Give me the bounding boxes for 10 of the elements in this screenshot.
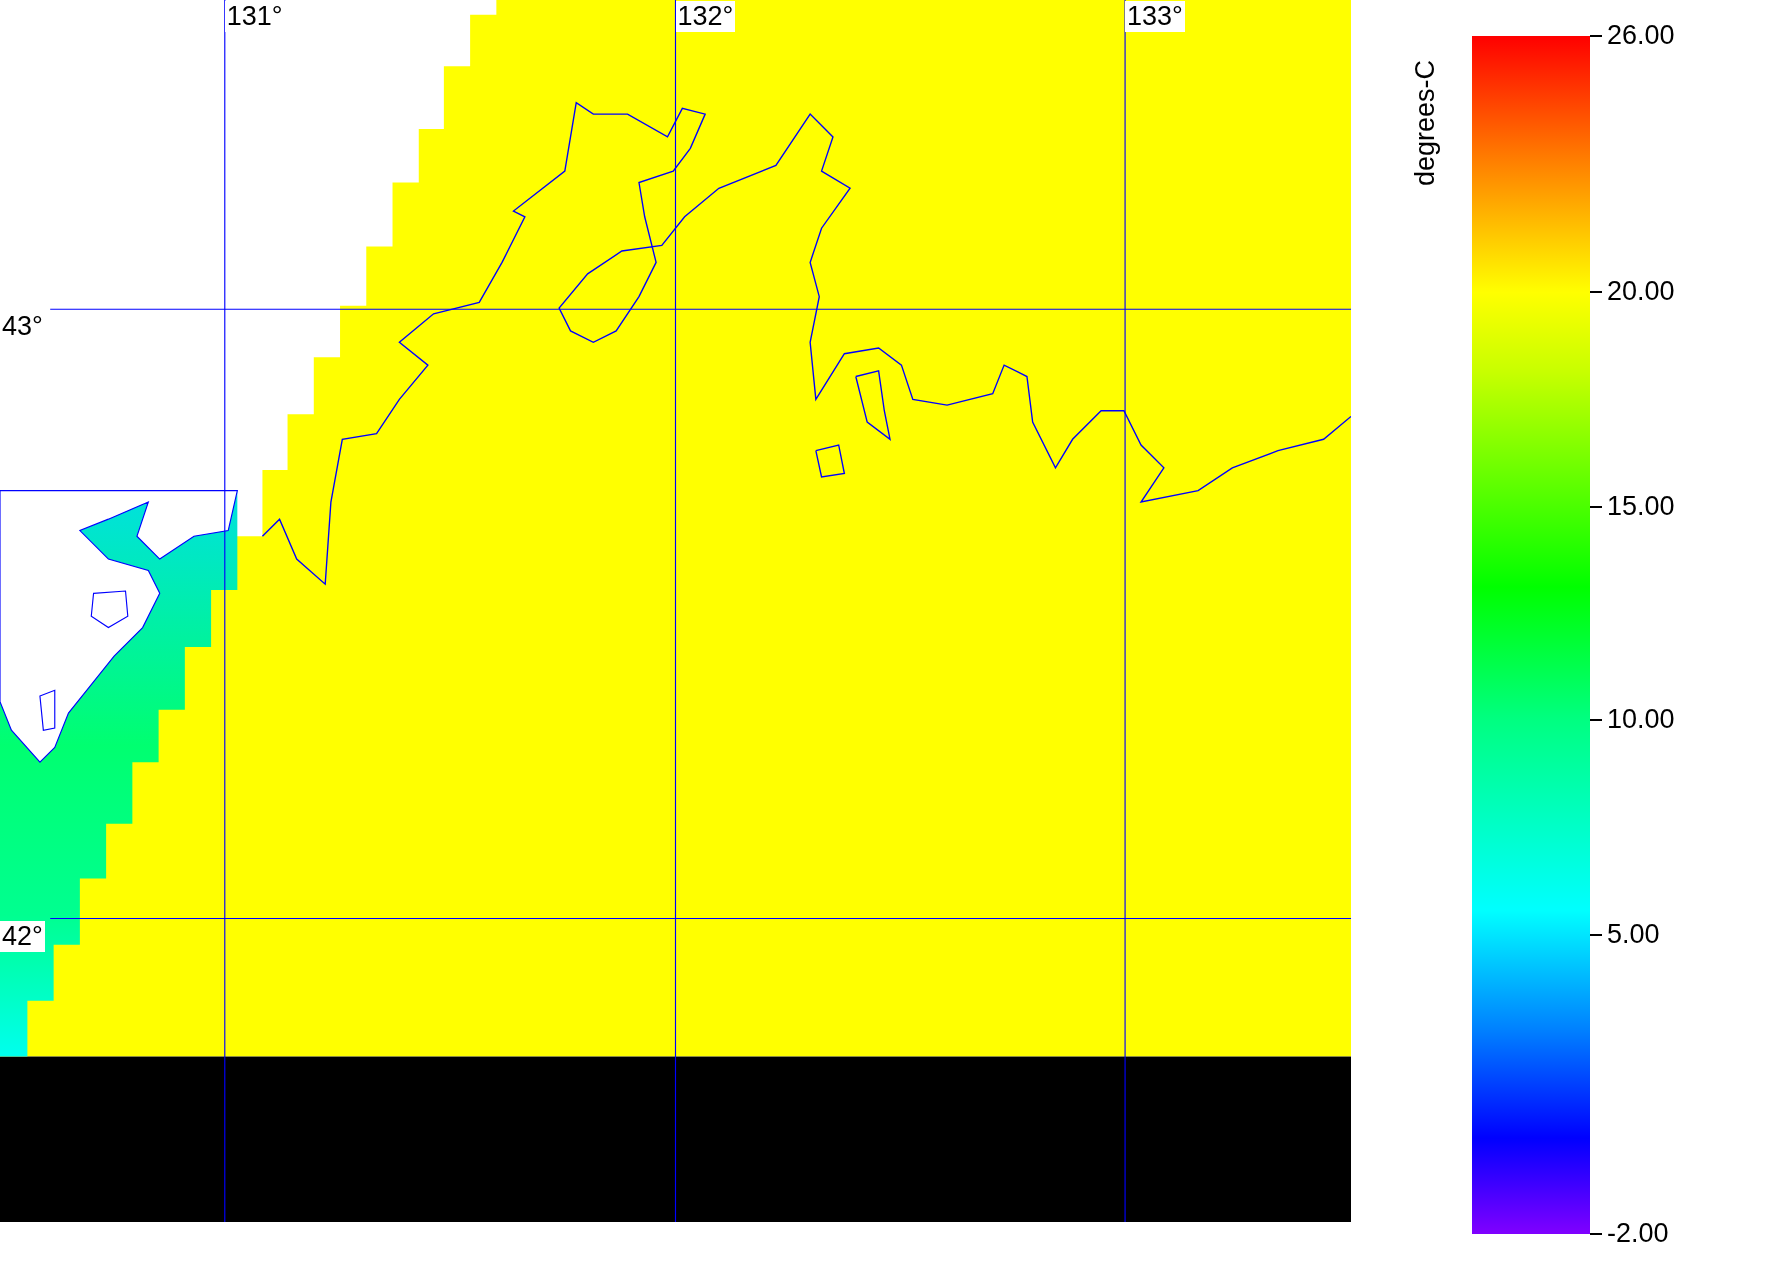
colorbar-title: degrees-C [1409, 59, 1441, 186]
tick-label: -2.00 [1607, 1218, 1669, 1248]
tick-label: 5.00 [1607, 918, 1660, 949]
tick-label: 10.00 [1607, 704, 1675, 735]
longitude-label: 133° [1125, 1, 1185, 32]
tick-label: 15.00 [1607, 490, 1675, 521]
latitude-label: 42° [0, 920, 45, 952]
tick-label: 20.00 [1607, 276, 1675, 307]
tick-label: 26.00 [1607, 20, 1675, 50]
longitude-label: 132° [675, 1, 736, 32]
